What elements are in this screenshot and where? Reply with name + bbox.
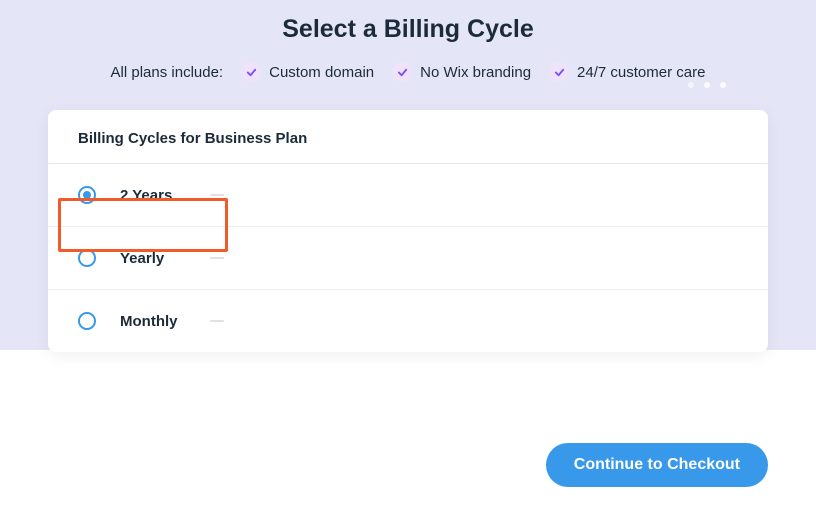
check-icon — [549, 62, 569, 82]
page-title: Select a Billing Cycle — [0, 15, 816, 44]
placeholder-dash — [210, 194, 224, 196]
radio-icon[interactable] — [78, 249, 96, 267]
radio-icon[interactable] — [78, 312, 96, 330]
option-yearly[interactable]: Yearly — [48, 227, 768, 290]
feature-label: Custom domain — [269, 64, 374, 81]
features-row: All plans include: Custom domain No Wix … — [0, 62, 816, 82]
option-monthly[interactable]: Monthly — [48, 290, 768, 352]
placeholder-dash — [210, 257, 224, 259]
placeholder-dash — [210, 320, 224, 322]
option-label: Monthly — [120, 313, 182, 330]
option-2-years[interactable]: 2 Years — [48, 164, 768, 227]
check-icon — [392, 62, 412, 82]
card-header: Billing Cycles for Business Plan — [48, 110, 768, 164]
feature-custom-domain: Custom domain — [241, 62, 374, 82]
check-icon — [241, 62, 261, 82]
features-intro: All plans include: — [111, 64, 224, 81]
continue-checkout-button[interactable]: Continue to Checkout — [546, 443, 768, 487]
billing-card: Billing Cycles for Business Plan 2 Years… — [48, 110, 768, 352]
feature-no-branding: No Wix branding — [392, 62, 531, 82]
option-label: 2 Years — [120, 187, 182, 204]
feature-support: 24/7 customer care — [549, 62, 705, 82]
option-label: Yearly — [120, 250, 182, 267]
feature-label: No Wix branding — [420, 64, 531, 81]
radio-icon[interactable] — [78, 186, 96, 204]
feature-label: 24/7 customer care — [577, 64, 705, 81]
